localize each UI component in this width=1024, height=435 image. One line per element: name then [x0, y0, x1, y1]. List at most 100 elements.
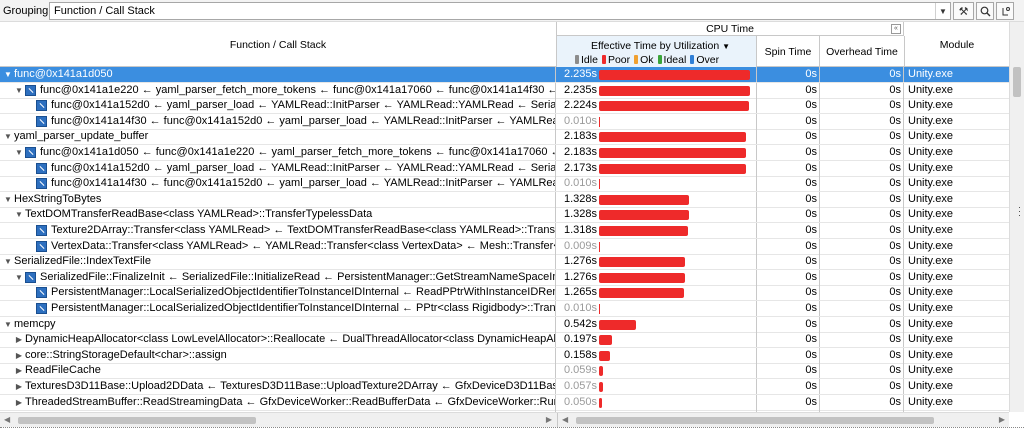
function-cell[interactable]: ▼ yaml_parser_update_buffer	[0, 129, 556, 144]
module-column-header[interactable]: Module	[905, 22, 1009, 67]
function-column-header[interactable]: Function / Call Stack	[0, 22, 557, 67]
table-row[interactable]: ▶ ReadFileCache 0.059s 0s 0s Unity.exe	[0, 363, 1009, 379]
function-cell[interactable]: ▼ memcpy	[0, 317, 556, 332]
function-cell[interactable]: ▼ HexStringToBytes	[0, 192, 556, 207]
chevron-down-icon[interactable]: ▼	[935, 3, 950, 19]
table-row[interactable]: Texture2DArray::Transfer<class YAMLRead>…	[0, 223, 1009, 239]
function-cell[interactable]: PersistentManager::LocalSerializedObject…	[0, 285, 556, 300]
legend-label-poor: Poor	[607, 54, 631, 66]
function-column-scrollbar-thumb[interactable]	[18, 417, 256, 424]
expand-arrow-icon[interactable]: ▶	[14, 348, 24, 363]
function-cell[interactable]: func@0x141a152d0 ← yaml_parser_load ← YA…	[0, 161, 556, 176]
function-cell[interactable]: func@0x141a152d0 ← yaml_parser_load ← YA…	[0, 98, 556, 113]
settings-tools-button[interactable]: ⚒	[953, 2, 974, 20]
table-row[interactable]: PersistentManager::LocalSerializedObject…	[0, 285, 1009, 301]
collapse-arrow-icon[interactable]: ▼	[14, 83, 24, 98]
function-name: TexturesD3D11Base::Upload2DData ← Textur…	[25, 380, 556, 392]
scroll-left-icon[interactable]: ◀	[562, 415, 568, 424]
table-row[interactable]: ▼ func@0x141a1d050 ← func@0x141a1e220 ← y…	[0, 145, 1009, 161]
function-cell[interactable]: ▼ TextDOMTransferReadBase<class YAMLRead>…	[0, 207, 556, 222]
scroll-right-icon[interactable]: ▶	[546, 415, 552, 424]
poor-utilization-bar	[599, 398, 602, 408]
function-name: func@0x141a1e220 ← yaml_parser_fetch_mor…	[40, 84, 555, 96]
effective-time-bar-cell	[599, 363, 757, 378]
effective-time-bar-cell	[599, 114, 757, 129]
collapse-arrow-icon[interactable]: ▼	[14, 145, 24, 160]
table-row[interactable]: PersistentManager::LocalSerializedObject…	[0, 301, 1009, 317]
expand-arrow-icon[interactable]: ▶	[14, 395, 24, 410]
function-cell[interactable]: ▶ ThreadedStreamBuffer::ReadStreamingData…	[0, 395, 556, 410]
table-row[interactable]: func@0x141a14f30 ← func@0x141a152d0 ← ya…	[0, 176, 1009, 192]
table-row[interactable]: ▶ ThreadedStreamBuffer::ReadStreamingData…	[0, 395, 1009, 411]
expand-arrow-icon[interactable]: ▶	[14, 363, 24, 378]
scroll-left-icon[interactable]: ◀	[4, 415, 10, 424]
effective-time-bar-cell	[599, 348, 757, 363]
collapse-arrow-icon[interactable]: ▼	[3, 254, 13, 269]
table-row[interactable]: ▼ HexStringToBytes 1.328s 0s 0s Unity.exe	[0, 192, 1009, 208]
table-row[interactable]: ▼ func@0x141a1e220 ← yaml_parser_fetch_mo…	[0, 83, 1009, 99]
function-cell[interactable]: Texture2DArray::Transfer<class YAMLRead>…	[0, 223, 556, 238]
table-row[interactable]: func@0x141a152d0 ← yaml_parser_load ← YA…	[0, 98, 1009, 114]
table-row[interactable]: func@0x141a152d0 ← yaml_parser_load ← YA…	[0, 161, 1009, 177]
function-cell[interactable]: ▼ SerializedFile::IndexTextFile	[0, 254, 556, 269]
table-row[interactable]: ▼ yaml_parser_update_buffer 2.183s 0s 0s Unit…	[0, 129, 1009, 145]
cpu-time-header[interactable]: CPU Time «	[557, 22, 904, 36]
table-row[interactable]: ▼ TextDOMTransferReadBase<class YAMLRead>…	[0, 207, 1009, 223]
function-cell[interactable]: func@0x141a14f30 ← func@0x141a152d0 ← ya…	[0, 176, 556, 191]
collapse-arrow-icon[interactable]: ▼	[14, 207, 24, 222]
expand-arrow-icon[interactable]: ▶	[14, 332, 24, 347]
spin-time-header[interactable]: Spin Time	[757, 36, 820, 67]
table-row[interactable]: ▶ DynamicHeapAllocator<class LowLevelAllo…	[0, 332, 1009, 348]
scroll-right-icon[interactable]: ▶	[999, 415, 1005, 424]
collapse-column-icon[interactable]: «	[891, 24, 901, 34]
function-cell[interactable]: ▶ DynamicHeapAllocator<class LowLevelAllo…	[0, 332, 556, 347]
module-value: Unity.exe	[908, 68, 954, 80]
call-stack-icon	[36, 225, 47, 236]
collapse-arrow-icon[interactable]: ▼	[14, 270, 24, 285]
effective-time-bar-cell	[599, 301, 757, 316]
overhead-time-value: 0s	[820, 223, 904, 238]
expand-arrow-icon[interactable]: ▶	[14, 379, 24, 394]
effective-time-bar-cell	[599, 83, 757, 98]
function-cell[interactable]: ▼ func@0x141a1d050 ← func@0x141a1e220 ← y…	[0, 145, 556, 160]
function-cell[interactable]: PersistentManager::LocalSerializedObject…	[0, 301, 556, 316]
data-columns-scrollbar-thumb[interactable]	[576, 417, 934, 424]
table-row[interactable]: ▼ func@0x141a1d050 2.235s 0s 0s Unity.exe	[0, 67, 1009, 83]
data-columns-scrollbar[interactable]: ◀ ▶	[557, 413, 1009, 428]
table-row[interactable]: func@0x141a14f30 ← func@0x141a152d0 ← ya…	[0, 114, 1009, 130]
collapse-arrow-icon[interactable]: ▼	[3, 129, 13, 144]
function-column-scrollbar[interactable]: ◀ ▶	[0, 413, 556, 428]
splitter-handle[interactable]: · · ·	[1018, 203, 1021, 220]
overhead-time-header[interactable]: Overhead Time	[820, 36, 905, 67]
table-row[interactable]: ▼ memcpy 0.542s 0s 0s Unity.exe	[0, 317, 1009, 333]
function-cell[interactable]: ▼ SerializedFile::FinalizeInit ← Serializ…	[0, 270, 556, 285]
function-cell[interactable]: ▼ func@0x141a1e220 ← yaml_parser_fetch_mo…	[0, 83, 556, 98]
function-cell[interactable]: ▶ ReadFileCache	[0, 363, 556, 378]
function-name: VertexData::Transfer<class YAMLRead> ← Y…	[51, 240, 556, 252]
vertical-scrollbar-thumb[interactable]	[1013, 67, 1021, 97]
function-cell[interactable]: ▼ func@0x141a1d050	[0, 67, 556, 82]
function-cell[interactable]: VertexData::Transfer<class YAMLRead> ← Y…	[0, 239, 556, 254]
grouping-select[interactable]: Function / Call Stack ▼	[49, 2, 951, 20]
function-name: PersistentManager::LocalSerializedObject…	[51, 302, 556, 314]
table-row[interactable]: ▶ TexturesD3D11Base::Upload2DData ← Textu…	[0, 379, 1009, 395]
collapse-arrow-icon[interactable]: ▼	[3, 192, 13, 207]
search-button[interactable]	[976, 2, 994, 20]
tools-icon: ⚒	[958, 5, 969, 18]
table-row[interactable]: VertexData::Transfer<class YAMLRead> ← Y…	[0, 239, 1009, 255]
table-row[interactable]: ▶ core::StringStorageDefault<char>::assig…	[0, 348, 1009, 364]
overhead-time-value: 0s	[820, 379, 904, 394]
function-cell[interactable]: ▶ core::StringStorageDefault<char>::assig…	[0, 348, 556, 363]
vertical-scrollbar[interactable]	[1009, 22, 1024, 412]
effective-time-header[interactable]: Effective Time by Utilization ▼ Idle Poor…	[557, 36, 757, 67]
function-cell[interactable]: ▶ TexturesD3D11Base::Upload2DData ← Textu…	[0, 379, 556, 394]
source-button[interactable]	[996, 2, 1014, 20]
collapse-arrow-icon[interactable]: ▼	[3, 317, 13, 332]
effective-time-title: Effective Time by Utilization ▼	[591, 40, 731, 52]
collapse-arrow-icon[interactable]: ▼	[3, 67, 13, 82]
table-row[interactable]: ▼ SerializedFile::FinalizeInit ← Serializ…	[0, 270, 1009, 286]
function-name: PersistentManager::LocalSerializedObject…	[51, 286, 556, 298]
function-cell[interactable]: func@0x141a14f30 ← func@0x141a152d0 ← ya…	[0, 114, 556, 129]
table-row[interactable]: ▼ SerializedFile::IndexTextFile 1.276s 0s 0s…	[0, 254, 1009, 270]
module-value: Unity.exe	[908, 396, 954, 408]
